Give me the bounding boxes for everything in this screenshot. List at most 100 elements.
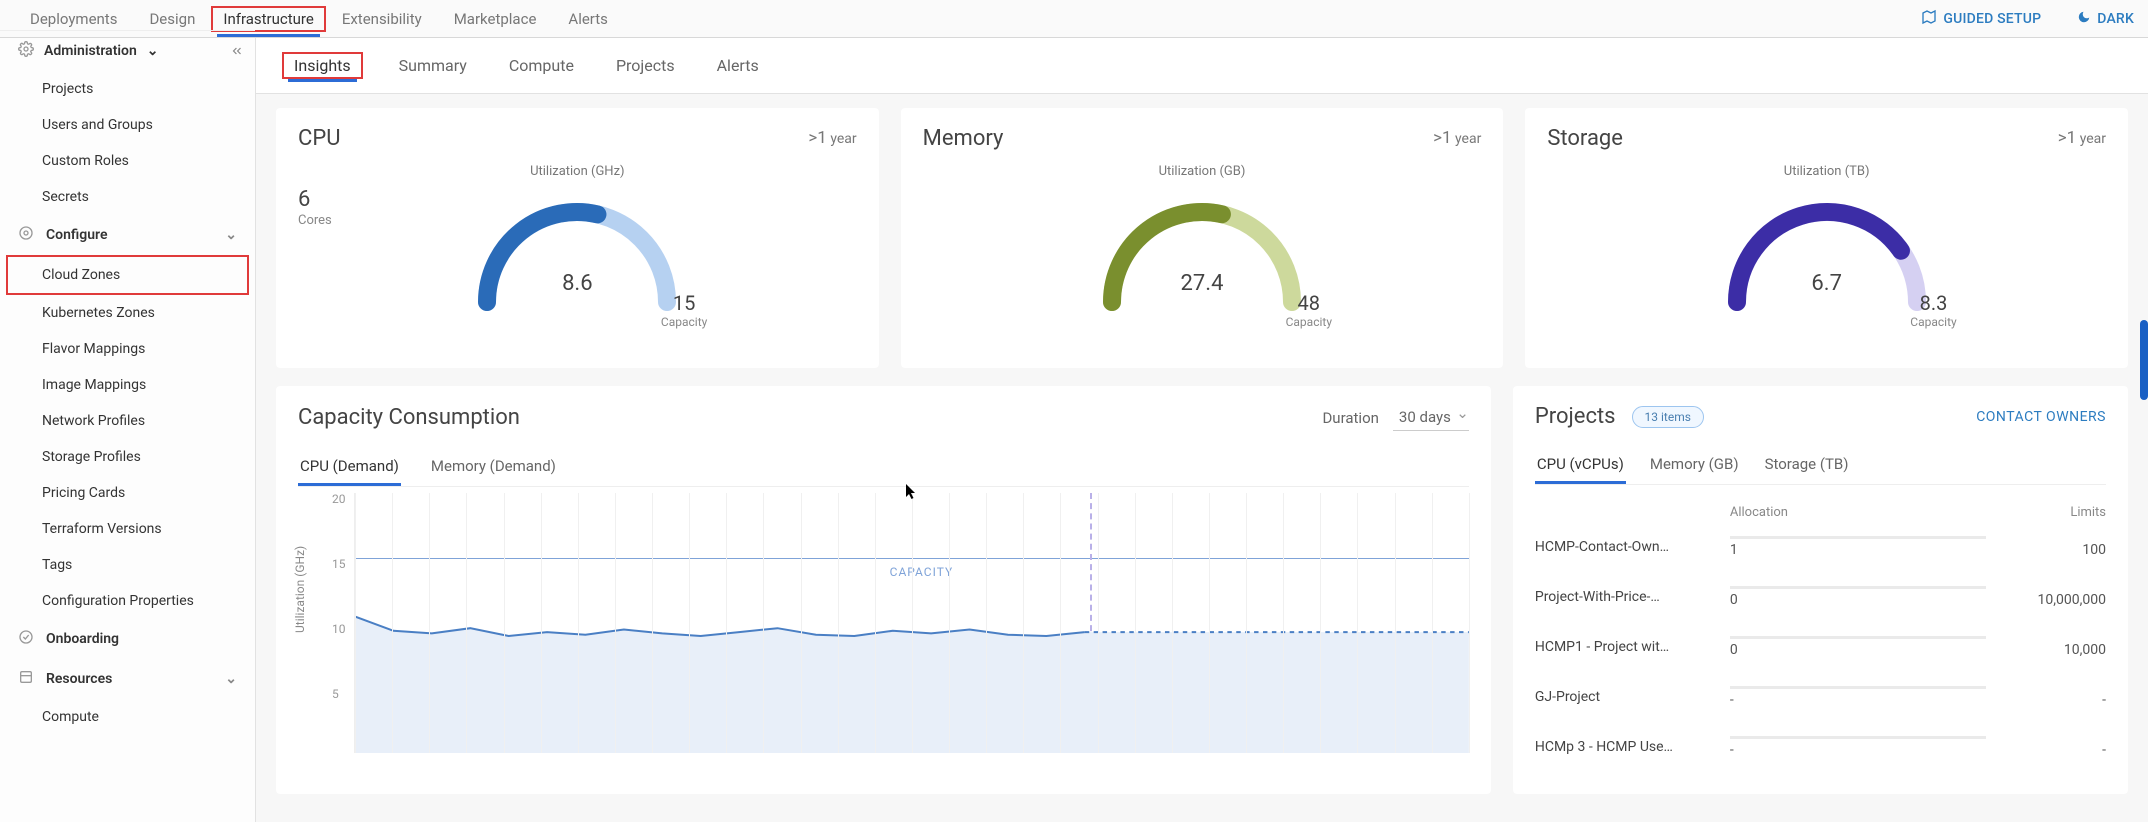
project-row[interactable]: HCMp 3 - HCMP Use… - - <box>1535 726 2106 776</box>
sidebar-item-custom-roles[interactable]: Custom Roles <box>0 143 255 179</box>
memory-title: Memory <box>923 126 1482 151</box>
capacity-consumption-card: Capacity Consumption Duration 30 days CP… <box>276 386 1491 794</box>
projects-table-header: Allocation Limits <box>1535 499 2106 526</box>
sidebar-item-secrets[interactable]: Secrets <box>0 179 255 215</box>
memory-gauge-title: Utilization (GB) <box>1092 164 1312 179</box>
project-name: Project-With-Price-… <box>1535 589 1730 605</box>
duration-dropdown[interactable]: 30 days <box>1393 404 1469 431</box>
chevron-down-icon: ⌄ <box>225 227 237 243</box>
cpu-card: CPU >1 year 6 Cores Utilization (GHz) 8.… <box>276 108 879 368</box>
subtab-projects[interactable]: Projects <box>610 40 681 91</box>
guided-setup-label: GUIDED SETUP <box>1943 11 2041 27</box>
sidebar-item-compute[interactable]: Compute <box>0 699 255 735</box>
cpu-title: CPU <box>298 126 857 151</box>
project-limit: 100 <box>1986 542 2106 558</box>
contact-owners-link[interactable]: CONTACT OWNERS <box>1976 409 2106 425</box>
guided-setup-link[interactable]: GUIDED SETUP <box>1921 9 2041 29</box>
chart-ylabel: Utilization (GHz) <box>293 546 307 633</box>
settings-icon <box>18 225 36 245</box>
sidebar-group-resources[interactable]: Resources ⌄ <box>0 659 255 699</box>
project-row[interactable]: Project-With-Price-… 0 10,000,000 <box>1535 576 2106 626</box>
sidebar-group-configure[interactable]: Configure ⌄ <box>0 215 255 255</box>
storage-card: Storage >1 year Utilization (TB) 6.7 8.3… <box>1525 108 2128 368</box>
project-name: HCMP-Contact-Own… <box>1535 539 1730 555</box>
sidebar-item-network-profiles[interactable]: Network Profiles <box>0 403 255 439</box>
projects-title: Projects <box>1535 404 1616 429</box>
sidebar-group-administration-label: Administration <box>44 43 137 59</box>
project-limit: 10,000 <box>1986 642 2106 658</box>
capacity-tabs: CPU (Demand) Memory (Demand) <box>298 449 1469 487</box>
subtab-insights[interactable]: Insights <box>288 52 357 82</box>
sidebar-item-configuration-properties[interactable]: Configuration Properties <box>0 583 255 619</box>
sidebar-group-onboarding-label: Onboarding <box>46 631 119 647</box>
project-alloc: - <box>1730 742 1734 758</box>
highlight-insights: Insights <box>282 52 363 79</box>
sidebar-item-tags[interactable]: Tags <box>0 547 255 583</box>
chevron-down-icon: ⌄ <box>225 671 237 687</box>
sidebar-item-terraform-versions[interactable]: Terraform Versions <box>0 511 255 547</box>
project-alloc: - <box>1730 692 1734 708</box>
sidebar-group-onboarding[interactable]: Onboarding <box>0 619 255 659</box>
capacity-title: Capacity Consumption <box>298 405 520 430</box>
moon-icon <box>2077 10 2091 28</box>
sidebar-group-configure-label: Configure <box>46 227 107 243</box>
cpu-gauge-title: Utilization (GHz) <box>467 164 687 179</box>
duration-label: Duration <box>1322 409 1378 427</box>
sidebar-item-image-mappings[interactable]: Image Mappings <box>0 367 255 403</box>
cpu-gauge: 8.6 15Capacity <box>467 187 687 307</box>
project-name: HCMp 3 - HCMP Use… <box>1535 739 1730 755</box>
memory-age: >1 year <box>1433 128 1481 148</box>
sidebar-item-pricing-cards[interactable]: Pricing Cards <box>0 475 255 511</box>
nav-marketplace[interactable]: Marketplace <box>438 0 553 38</box>
sub-tabs: Insights Summary Compute Projects Alerts <box>256 38 2148 94</box>
ptab-memory[interactable]: Memory (GB) <box>1648 447 1741 484</box>
ptab-cpu[interactable]: CPU (vCPUs) <box>1535 447 1626 484</box>
subtab-alerts[interactable]: Alerts <box>711 40 765 91</box>
sidebar-item-cloud-zones[interactable]: Cloud Zones <box>6 255 249 295</box>
onboarding-icon <box>18 629 36 649</box>
subtab-summary[interactable]: Summary <box>393 40 473 91</box>
sidebar-item-flavor-mappings[interactable]: Flavor Mappings <box>0 331 255 367</box>
dark-mode-toggle[interactable]: DARK <box>2077 10 2134 28</box>
main-content: Insights Summary Compute Projects Alerts… <box>256 38 2148 822</box>
storage-gauge: 6.7 8.3Capacity <box>1717 187 1937 307</box>
project-row[interactable]: HCMP1 - Project wit… 0 10,000 <box>1535 626 2106 676</box>
memory-card: Memory >1 year Utilization (GB) 27.4 48C… <box>901 108 1504 368</box>
sidebar-item-kubernetes-zones[interactable]: Kubernetes Zones <box>0 295 255 331</box>
projects-count-badge: 13 items <box>1632 406 1704 428</box>
ptab-storage[interactable]: Storage (TB) <box>1763 447 1851 484</box>
project-limit: 10,000,000 <box>1986 592 2106 608</box>
project-name: GJ-Project <box>1535 689 1730 705</box>
project-row[interactable]: GJ-Project - - <box>1535 676 2106 726</box>
highlight-infrastructure: Infrastructure <box>211 6 325 32</box>
project-alloc: 0 <box>1730 642 1738 658</box>
top-nav: Deployments Design Infrastructure Extens… <box>0 0 2148 38</box>
gear-icon <box>18 41 34 61</box>
capacity-chart: Utilization (GHz) CAPACITY 5101520 <box>298 493 1469 773</box>
sidebar-group-resources-label: Resources <box>46 671 112 687</box>
nav-extensibility[interactable]: Extensibility <box>326 0 438 38</box>
storage-gauge-title: Utilization (TB) <box>1717 164 1937 179</box>
memory-gauge: 27.4 48Capacity <box>1092 187 1312 307</box>
sidebar-collapse-icon[interactable] <box>229 44 245 62</box>
nav-alerts[interactable]: Alerts <box>552 0 624 38</box>
sidebar-item-storage-profiles[interactable]: Storage Profiles <box>0 439 255 475</box>
tab-memory-demand[interactable]: Memory (Demand) <box>429 449 558 486</box>
resources-icon <box>18 669 36 689</box>
project-alloc: 1 <box>1730 542 1738 558</box>
sidebar: Administration ⌄ Projects Users and Grou… <box>0 38 256 822</box>
sidebar-item-users-groups[interactable]: Users and Groups <box>0 107 255 143</box>
project-limit: - <box>1986 692 2106 708</box>
project-name: HCMP1 - Project wit… <box>1535 639 1730 655</box>
projects-card: Projects 13 items CONTACT OWNERS CPU (vC… <box>1513 386 2128 794</box>
project-limit: - <box>1986 742 2106 758</box>
subtab-compute[interactable]: Compute <box>503 40 580 91</box>
tab-cpu-demand[interactable]: CPU (Demand) <box>298 449 401 486</box>
sidebar-group-administration[interactable]: Administration ⌄ <box>0 30 255 71</box>
sidebar-item-projects[interactable]: Projects <box>0 71 255 107</box>
scrollbar-thumb[interactable] <box>2140 320 2148 400</box>
storage-age: >1 year <box>2058 128 2106 148</box>
project-row[interactable]: HCMP-Contact-Own… 1 100 <box>1535 526 2106 576</box>
chevron-down-icon: ⌄ <box>147 43 159 59</box>
storage-title: Storage <box>1547 126 2106 151</box>
